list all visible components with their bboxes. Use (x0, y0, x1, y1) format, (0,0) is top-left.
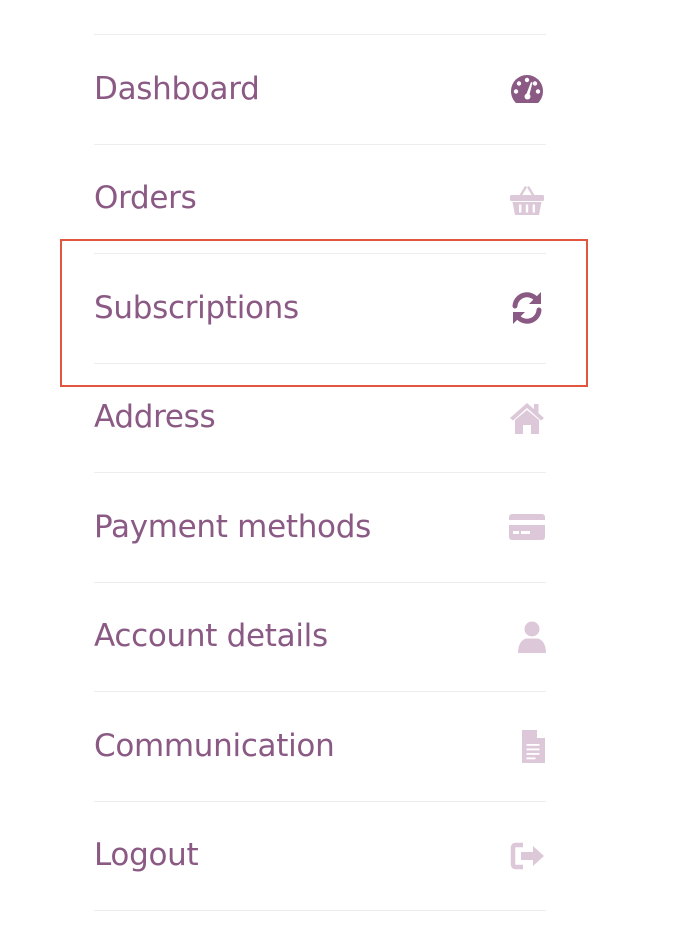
nav-item-label: Communication (94, 727, 335, 764)
nav-item-logout[interactable]: Logout (94, 802, 546, 911)
credit-card-icon (508, 508, 546, 546)
home-icon (508, 399, 546, 437)
nav-item-label: Payment methods (94, 508, 371, 545)
nav-item-label: Subscriptions (94, 289, 299, 326)
refresh-icon (508, 289, 546, 327)
nav-item-label: Orders (94, 180, 197, 217)
nav-item-account-details[interactable]: Account details (94, 583, 546, 692)
nav-item-label: Dashboard (94, 70, 260, 107)
basket-icon (508, 180, 546, 218)
tachometer-icon (508, 70, 546, 108)
nav-item-label: Account details (94, 618, 328, 655)
nav-item-address[interactable]: Address (94, 364, 546, 473)
user-icon (508, 618, 546, 656)
document-icon (508, 727, 546, 765)
account-navigation: Dashboard Orders Subscriptions Address P… (94, 34, 546, 911)
nav-item-payment-methods[interactable]: Payment methods (94, 473, 546, 583)
sign-out-icon (508, 837, 546, 875)
nav-item-label: Address (94, 399, 216, 436)
nav-item-communication[interactable]: Communication (94, 692, 546, 802)
nav-item-dashboard[interactable]: Dashboard (94, 35, 546, 145)
nav-item-subscriptions[interactable]: Subscriptions (94, 254, 546, 364)
nav-item-label: Logout (94, 837, 199, 874)
nav-item-orders[interactable]: Orders (94, 145, 546, 254)
